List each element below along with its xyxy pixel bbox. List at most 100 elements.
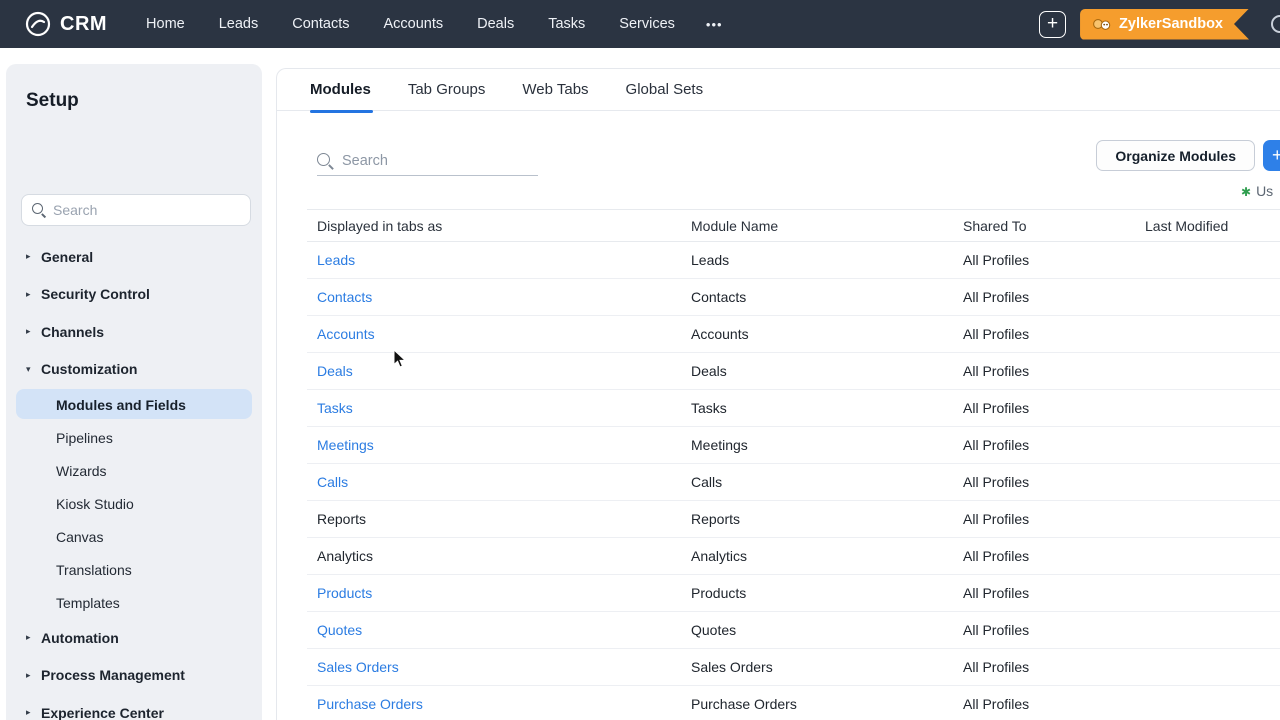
nav-item-tasks[interactable]: Tasks	[531, 16, 602, 32]
chevron-right-icon: ▸	[26, 288, 31, 299]
nav-item-services[interactable]: Services	[602, 16, 692, 32]
last-modified	[1135, 611, 1280, 649]
sidebar-item-label: Modules and Fields	[56, 396, 186, 413]
modules-panel: Modules Tab Groups Web Tabs Global Sets Org…	[276, 68, 1280, 720]
sidebar-search-input[interactable]	[53, 202, 223, 218]
sidebar-item-label: Translations	[56, 561, 132, 578]
module-display-name[interactable]: Quotes	[317, 622, 362, 638]
module-display-name[interactable]: Calls	[317, 474, 348, 490]
module-search-input[interactable]	[342, 152, 522, 169]
sidebar-item-label: Templates	[56, 594, 120, 611]
module-name: Calls	[681, 463, 953, 501]
sandbox-label: ZylkerSandbox	[1119, 16, 1223, 32]
last-modified	[1135, 463, 1280, 501]
sidebar-item-label: Channels	[41, 323, 105, 340]
sidebar-item-process-management[interactable]: ▸ Process Management	[6, 657, 262, 695]
module-display-name[interactable]: Contacts	[317, 289, 372, 305]
last-modified	[1135, 648, 1280, 686]
sidebar-item-security-control[interactable]: ▸ Security Control	[6, 276, 262, 314]
table-row-purchase-orders: Purchase Orders Purchase Orders All Profil…	[307, 685, 1280, 720]
modules-tabbar: Modules Tab Groups Web Tabs Global Sets	[277, 69, 1280, 113]
setup-sidebar: Setup ▸ General ▸ Security Control ▸ Channels…	[6, 64, 262, 720]
shared-to: All Profiles	[953, 278, 1135, 316]
chevron-right-icon: ▸	[26, 251, 31, 262]
search-icon	[32, 203, 46, 217]
sidebar-item-label: Pipelines	[56, 429, 113, 446]
last-modified	[1135, 426, 1280, 464]
last-modified	[1135, 278, 1280, 316]
module-display-name: Reports	[317, 511, 367, 527]
module-display-name[interactable]: Accounts	[317, 326, 375, 342]
sidebar-item-label: General	[41, 248, 94, 265]
table-row-quotes: Quotes Quotes All Profiles	[307, 611, 1280, 649]
zoho-crm-setup-screen: CRM Home Leads Contacts Accounts Deals Tasks S…	[0, 0, 1280, 720]
primary-nav: Home Leads Contacts Accounts Deals Tasks Servi…	[129, 16, 737, 32]
legend-text: Us	[1256, 183, 1274, 199]
column-header-last-modified: Last Modified	[1135, 209, 1280, 242]
module-display-name[interactable]: Leads	[317, 252, 355, 268]
sidebar-item-pipelines[interactable]: Pipelines	[6, 421, 262, 454]
sidebar-item-kiosk-studio[interactable]: Kiosk Studio	[6, 487, 262, 520]
table-row-reports: Reports Reports All Profiles	[307, 500, 1280, 538]
brand[interactable]: CRM	[0, 11, 107, 37]
module-display-name[interactable]: Meetings	[317, 437, 374, 453]
module-display-name[interactable]: Tasks	[317, 400, 353, 416]
nav-item-accounts[interactable]: Accounts	[366, 16, 460, 32]
nav-right: + ZylkerSandbox	[1039, 9, 1280, 40]
sidebar-item-automation[interactable]: ▸ Automation	[6, 619, 262, 657]
table-header-row: Displayed in tabs as Module Name Shared To…	[307, 209, 1280, 242]
shared-to: All Profiles	[953, 611, 1135, 649]
module-name: Products	[681, 574, 953, 612]
new-module-button[interactable]: +	[1263, 140, 1280, 171]
search-icon[interactable]	[1271, 15, 1280, 33]
sidebar-search	[21, 194, 251, 226]
table-row-meetings: Meetings Meetings All Profiles	[307, 426, 1280, 464]
sidebar-item-translations[interactable]: Translations	[6, 553, 262, 586]
module-name: Quotes	[681, 611, 953, 649]
setup-menu: ▸ General ▸ Security Control ▸ Channels ▾ Custo…	[6, 238, 262, 720]
sidebar-item-general[interactable]: ▸ General	[6, 238, 262, 276]
quick-add-button[interactable]: +	[1039, 10, 1067, 38]
organize-modules-button[interactable]: Organize Modules	[1096, 140, 1255, 171]
module-display-name: Analytics	[317, 548, 374, 564]
nav-item-contacts[interactable]: Contacts	[275, 16, 366, 32]
sidebar-item-templates[interactable]: Templates	[6, 586, 262, 619]
last-modified	[1135, 241, 1280, 279]
sidebar-item-wizards[interactable]: Wizards	[6, 454, 262, 487]
table-row-products: Products Products All Profiles	[307, 574, 1280, 612]
sandbox-badge[interactable]: ZylkerSandbox	[1080, 9, 1249, 40]
tab-tab-groups[interactable]: Tab Groups	[408, 69, 486, 111]
search-icon	[317, 152, 333, 169]
tab-global-sets[interactable]: Global Sets	[626, 69, 704, 111]
table-row-calls: Calls Calls All Profiles	[307, 463, 1280, 501]
tab-web-tabs[interactable]: Web Tabs	[522, 69, 588, 111]
sidebar-item-label: Process Management	[41, 667, 185, 684]
table-row-tasks: Tasks Tasks All Profiles	[307, 389, 1280, 427]
more-menu[interactable]: •••	[692, 17, 737, 32]
legend: ✱ Us	[1241, 183, 1273, 199]
chevron-right-icon: ▸	[26, 632, 31, 643]
nav-item-home[interactable]: Home	[129, 16, 202, 32]
sidebar-item-modules-and-fields[interactable]: Modules and Fields	[6, 388, 262, 421]
module-name: Purchase Orders	[681, 685, 953, 720]
module-display-name[interactable]: Sales Orders	[317, 659, 399, 675]
tab-modules[interactable]: Modules	[310, 69, 373, 113]
sidebar-item-channels[interactable]: ▸ Channels	[6, 313, 262, 351]
module-display-name[interactable]: Purchase Orders	[317, 696, 423, 712]
shared-to: All Profiles	[953, 463, 1135, 501]
column-header-shared-to: Shared To	[953, 209, 1135, 242]
sidebar-item-canvas[interactable]: Canvas	[6, 520, 262, 553]
nav-item-deals[interactable]: Deals	[460, 16, 531, 32]
chevron-right-icon: ▸	[26, 707, 31, 718]
module-name: Meetings	[681, 426, 953, 464]
table-row-accounts: Accounts Accounts All Profiles	[307, 315, 1280, 353]
shared-to: All Profiles	[953, 315, 1135, 353]
module-display-name[interactable]: Deals	[317, 363, 353, 379]
shared-to: All Profiles	[953, 352, 1135, 390]
sidebar-item-customization[interactable]: ▾ Customization	[6, 351, 262, 389]
nav-item-leads[interactable]: Leads	[202, 16, 276, 32]
module-display-name[interactable]: Products	[317, 585, 372, 601]
sidebar-item-experience-center[interactable]: ▸ Experience Center	[6, 694, 262, 720]
table-row-analytics: Analytics Analytics All Profiles	[307, 537, 1280, 575]
shared-to: All Profiles	[953, 685, 1135, 720]
